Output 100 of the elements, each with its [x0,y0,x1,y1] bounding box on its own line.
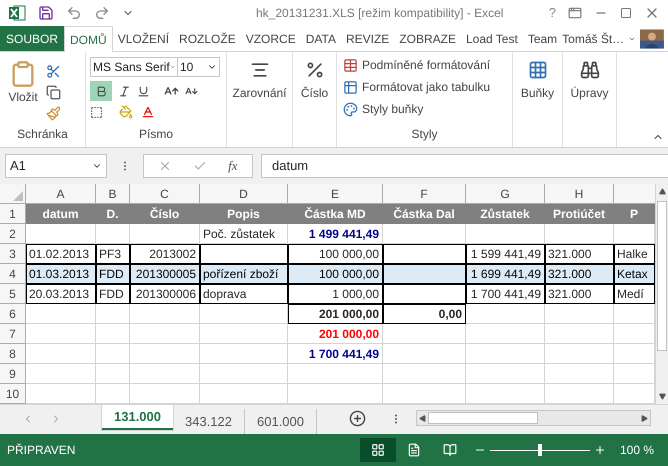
ribbon-display-icon[interactable] [568,6,582,20]
table-cell: Medí [614,284,655,304]
styles-menu-button[interactable]: Podmíněné formátování [343,56,506,74]
table-cell: 01.02.2013 [26,244,96,264]
ribbon-tab[interactable]: ZOBRAZE [394,26,461,51]
font-name-field[interactable]: MS Sans Serif [90,57,178,77]
ribbon-tab[interactable]: DOMŮ [64,26,113,52]
table-cell: D. [96,204,130,224]
table-cell: 100 000,00 [288,264,383,284]
slider-thumb[interactable] [538,444,542,456]
cells-button[interactable]: Buňky [513,52,563,147]
fill-color-icon[interactable] [119,105,133,119]
palette-icon [343,102,358,116]
table-cell: pořízení zboží [200,264,288,284]
maximize-icon[interactable] [620,7,632,19]
underline-icon[interactable] [137,84,150,98]
ribbon-tab[interactable]: ROZLOŽE [174,26,241,51]
row-header[interactable]: 3 [0,244,26,264]
table-cell: 20.03.2013 [26,284,96,304]
borders-icon[interactable] [90,106,103,118]
table-cell: 1 000,00 [288,284,383,304]
table-cell: datum [26,204,96,224]
row-header[interactable]: 6 [0,304,26,324]
alignment-button[interactable]: Zarovnání [227,52,293,147]
font-color-icon[interactable] [141,105,155,119]
editing-button[interactable]: Úpravy [563,52,617,147]
table-cell: 1 700 441,49 [466,284,545,304]
scroll-down-icon[interactable] [658,393,666,400]
zoom-in-icon[interactable] [594,444,606,456]
help-button[interactable]: ? [548,3,556,23]
zoom-slider[interactable] [490,444,590,456]
scroll-up-icon[interactable] [658,188,666,195]
add-sheet-icon[interactable] [349,410,366,427]
ribbon-tab[interactable]: VZORCE [240,26,301,51]
table-cell: Částka Dal [383,204,466,224]
scroll-right-icon[interactable] [641,414,648,422]
ribbon-tab[interactable]: Load Test [460,26,523,51]
cells-icon [528,60,548,80]
window-title: hk_20131231.XLS [režim kompatibility] - Excel [256,5,504,22]
view-button[interactable] [360,438,396,462]
save-icon[interactable] [38,5,54,21]
styles-menu-button[interactable]: Styly buňky [343,100,506,118]
format-painter-icon[interactable] [46,106,61,121]
scroll-left-icon[interactable] [419,414,426,422]
redo-icon[interactable] [94,5,110,21]
group-label: Schránka [16,126,69,143]
zoom-level[interactable]: 100 % [606,441,668,459]
table-cell: 1 599 441,49 [466,244,545,264]
table-cell: 321.000 [545,264,614,284]
ribbon-tab[interactable]: SOUBOR [0,26,64,51]
vertical-scrollbar[interactable] [655,184,668,404]
name-box[interactable]: A1 [5,154,107,178]
row-header[interactable]: 7 [0,324,26,344]
row-header[interactable]: 9 [0,364,26,384]
normal-view-icon [370,443,385,457]
row-header[interactable]: 2 [0,224,26,244]
table-cell: 100 000,00 [288,244,383,264]
italic-icon[interactable] [118,84,131,98]
sheet-tab[interactable]: 131.000 [102,405,173,430]
bold-button[interactable] [90,81,112,101]
number-button[interactable]: Číslo [293,52,337,147]
ribbon-tab[interactable]: REVIZE [340,26,394,51]
formula-field[interactable]: datum [261,154,668,178]
table-cell: 0,00 [383,304,466,324]
horizontal-scrollbar[interactable] [416,410,651,426]
table-cell: FDD [96,284,130,304]
undo-icon[interactable] [66,5,82,21]
table-cell: PF3 [96,244,130,264]
status-text: PŘIPRAVEN [6,442,76,459]
copy-icon[interactable] [46,85,61,100]
table-cell: Částka MD [288,204,383,224]
table-cell: Poč. zůstatek [200,224,288,244]
table-cell: Číslo [130,204,200,224]
table-cell: 1 699 441,49 [466,264,545,284]
table-cell: 201 000,00 [288,304,383,324]
table-cell: 2013002 [130,244,200,264]
page-layout-icon [406,443,421,457]
ribbon-tab[interactable]: Team [522,26,562,51]
page-break-icon [442,443,457,457]
table-cell: doprava [200,284,288,304]
insert-function-button[interactable]: fx [228,156,238,176]
cut-icon[interactable] [46,64,61,79]
row-header[interactable]: 5 [0,284,26,304]
paste-button[interactable]: Vložit [4,60,42,125]
ribbon-tab[interactable]: VLOŽENÍ [112,26,174,51]
table-cell: 201300005 [130,264,200,284]
table-cell: Protiúčet [545,204,614,224]
ribbon-tab[interactable]: DATA [300,26,341,51]
row-header[interactable]: 1 [0,204,26,224]
styles-menu-button[interactable]: Formátovat jako tabulku [343,78,506,96]
group-label: Písmo [138,126,174,143]
table-cell: Zůstatek [466,204,545,224]
row-header[interactable]: 8 [0,344,26,364]
font-size-field[interactable]: 10 [178,57,220,77]
user-name[interactable]: Tomáš Št… [562,26,624,51]
row-header[interactable]: 4 [0,264,26,284]
table-cell: 321.000 [545,244,614,264]
spreadsheet-app-icon [8,4,26,22]
table-cell: FDD [96,264,130,284]
row-header[interactable]: 10 [0,384,26,404]
